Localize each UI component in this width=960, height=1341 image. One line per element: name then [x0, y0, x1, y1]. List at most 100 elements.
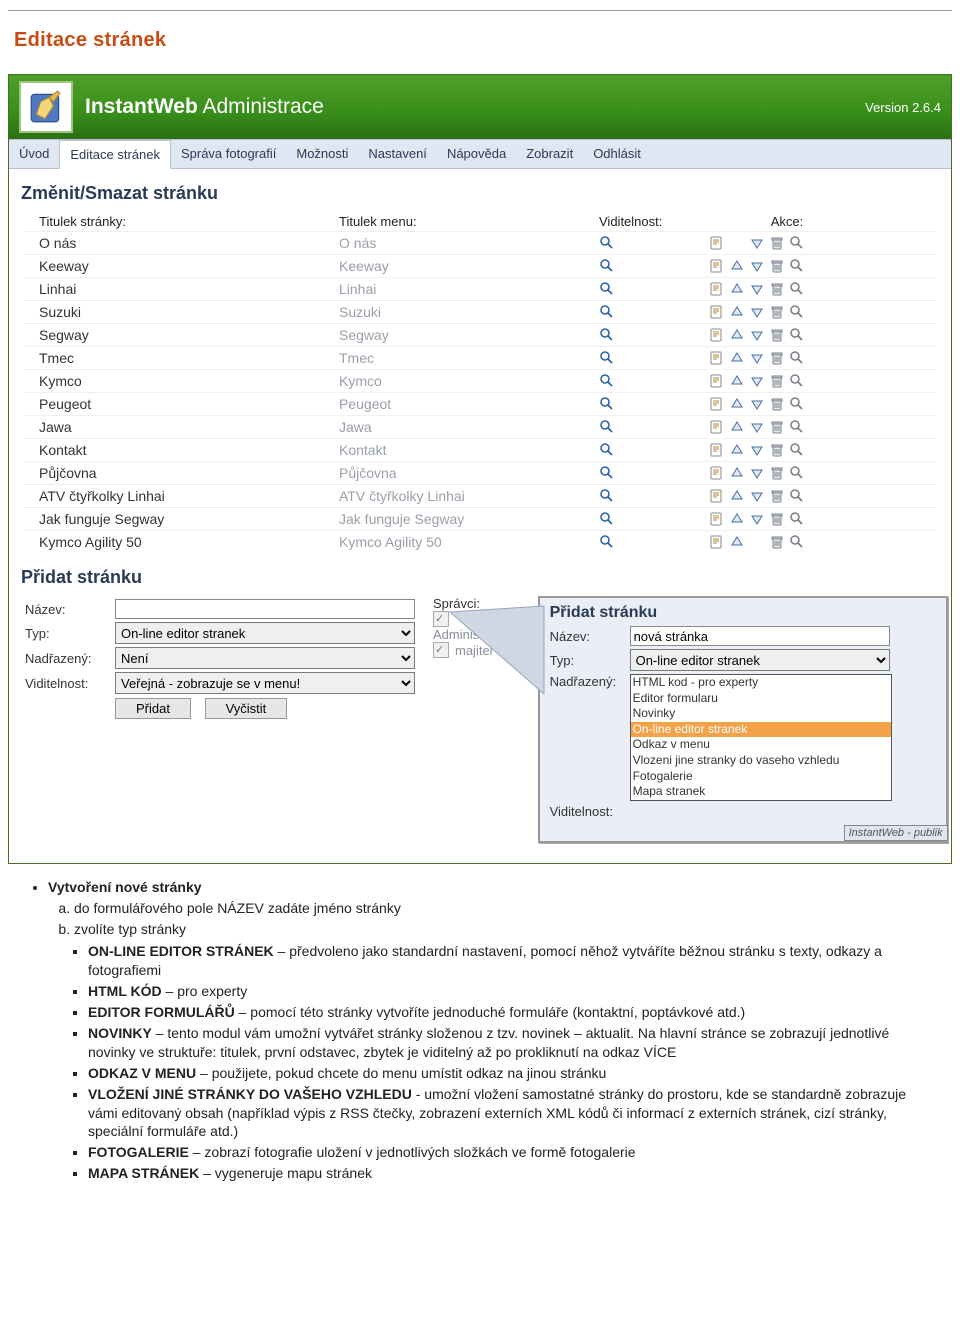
- listbox-option[interactable]: Odkaz v menu: [631, 737, 891, 753]
- name-input[interactable]: [115, 599, 415, 619]
- type-select[interactable]: On-line editor stranek: [115, 622, 415, 644]
- listbox-option[interactable]: Editor formularu: [631, 691, 891, 707]
- checkbox[interactable]: [433, 642, 449, 658]
- menu-item[interactable]: Nastavení: [358, 140, 437, 168]
- edit-icon[interactable]: [709, 511, 725, 527]
- move-down-icon[interactable]: [749, 235, 765, 251]
- edit-icon[interactable]: [709, 488, 725, 504]
- move-up-icon[interactable]: [729, 350, 745, 366]
- move-down-icon[interactable]: [749, 350, 765, 366]
- delete-icon[interactable]: [769, 350, 785, 366]
- move-up-icon[interactable]: [729, 465, 745, 481]
- move-up-icon[interactable]: [729, 396, 745, 412]
- edit-icon[interactable]: [709, 258, 725, 274]
- edit-icon[interactable]: [709, 235, 725, 251]
- visibility-icon[interactable]: [599, 235, 615, 251]
- delete-icon[interactable]: [769, 373, 785, 389]
- visibility-icon[interactable]: [599, 534, 615, 550]
- move-down-icon[interactable]: [749, 419, 765, 435]
- menu-item[interactable]: Správa fotografií: [171, 140, 286, 168]
- move-up-icon[interactable]: [729, 534, 745, 550]
- edit-icon[interactable]: [709, 373, 725, 389]
- move-down-icon[interactable]: [749, 511, 765, 527]
- move-down-icon[interactable]: [749, 465, 765, 481]
- move-down-icon[interactable]: [749, 258, 765, 274]
- add-button[interactable]: Přidat: [115, 698, 191, 719]
- listbox-option[interactable]: Fotogalerie: [631, 769, 891, 785]
- delete-icon[interactable]: [769, 511, 785, 527]
- move-down-icon[interactable]: [749, 373, 765, 389]
- move-up-icon[interactable]: [729, 511, 745, 527]
- delete-icon[interactable]: [769, 488, 785, 504]
- move-up-icon[interactable]: [729, 281, 745, 297]
- edit-icon[interactable]: [709, 534, 725, 550]
- listbox-option[interactable]: Novinky: [631, 706, 891, 722]
- delete-icon[interactable]: [769, 235, 785, 251]
- move-down-icon[interactable]: [749, 396, 765, 412]
- edit-icon[interactable]: [709, 304, 725, 320]
- edit-icon[interactable]: [709, 442, 725, 458]
- visibility-icon[interactable]: [599, 304, 615, 320]
- preview-icon[interactable]: [789, 304, 805, 320]
- menu-item[interactable]: Nápověda: [437, 140, 516, 168]
- move-up-icon[interactable]: [729, 327, 745, 343]
- callout-type-select[interactable]: On-line editor stranek: [630, 649, 890, 671]
- edit-icon[interactable]: [709, 465, 725, 481]
- preview-icon[interactable]: [789, 419, 805, 435]
- visibility-icon[interactable]: [599, 511, 615, 527]
- edit-icon[interactable]: [709, 327, 725, 343]
- move-up-icon[interactable]: [729, 419, 745, 435]
- preview-icon[interactable]: [789, 373, 805, 389]
- move-up-icon[interactable]: [729, 488, 745, 504]
- move-down-icon[interactable]: [749, 304, 765, 320]
- edit-icon[interactable]: [709, 350, 725, 366]
- visibility-icon[interactable]: [599, 281, 615, 297]
- delete-icon[interactable]: [769, 327, 785, 343]
- menu-item[interactable]: Zobrazit: [516, 140, 583, 168]
- visibility-icon[interactable]: [599, 442, 615, 458]
- edit-icon[interactable]: [709, 281, 725, 297]
- preview-icon[interactable]: [789, 281, 805, 297]
- delete-icon[interactable]: [769, 281, 785, 297]
- move-down-icon[interactable]: [749, 327, 765, 343]
- delete-icon[interactable]: [769, 534, 785, 550]
- listbox-option[interactable]: On-line editor stranek: [631, 722, 891, 738]
- move-down-icon[interactable]: [749, 281, 765, 297]
- visibility-icon[interactable]: [599, 258, 615, 274]
- visibility-icon[interactable]: [599, 488, 615, 504]
- listbox-option[interactable]: HTML kod - pro experty: [631, 675, 891, 691]
- delete-icon[interactable]: [769, 419, 785, 435]
- visibility-icon[interactable]: [599, 373, 615, 389]
- edit-icon[interactable]: [709, 396, 725, 412]
- menu-item[interactable]: Editace stránek: [59, 140, 171, 169]
- menu-item[interactable]: Úvod: [9, 140, 59, 168]
- visibility-icon[interactable]: [599, 350, 615, 366]
- move-down-icon[interactable]: [749, 442, 765, 458]
- visibility-icon[interactable]: [599, 327, 615, 343]
- delete-icon[interactable]: [769, 258, 785, 274]
- edit-icon[interactable]: [709, 419, 725, 435]
- delete-icon[interactable]: [769, 304, 785, 320]
- preview-icon[interactable]: [789, 396, 805, 412]
- visibility-icon[interactable]: [599, 419, 615, 435]
- visibility-icon[interactable]: [599, 465, 615, 481]
- move-up-icon[interactable]: [729, 304, 745, 320]
- move-up-icon[interactable]: [729, 373, 745, 389]
- preview-icon[interactable]: [789, 235, 805, 251]
- clear-button[interactable]: Vyčistit: [205, 698, 288, 719]
- menu-item[interactable]: Možnosti: [286, 140, 358, 168]
- delete-icon[interactable]: [769, 396, 785, 412]
- preview-icon[interactable]: [789, 258, 805, 274]
- move-up-icon[interactable]: [729, 258, 745, 274]
- preview-icon[interactable]: [789, 488, 805, 504]
- parent-select[interactable]: Není: [115, 647, 415, 669]
- listbox-option[interactable]: Mapa stranek: [631, 784, 891, 800]
- visibility-icon[interactable]: [599, 396, 615, 412]
- preview-icon[interactable]: [789, 465, 805, 481]
- preview-icon[interactable]: [789, 442, 805, 458]
- visibility-select[interactable]: Veřejná - zobrazuje se v menu!: [115, 672, 415, 694]
- preview-icon[interactable]: [789, 534, 805, 550]
- callout-listbox[interactable]: HTML kod - pro expertyEditor formularuNo…: [630, 674, 892, 801]
- preview-icon[interactable]: [789, 511, 805, 527]
- callout-name-input[interactable]: [630, 626, 890, 646]
